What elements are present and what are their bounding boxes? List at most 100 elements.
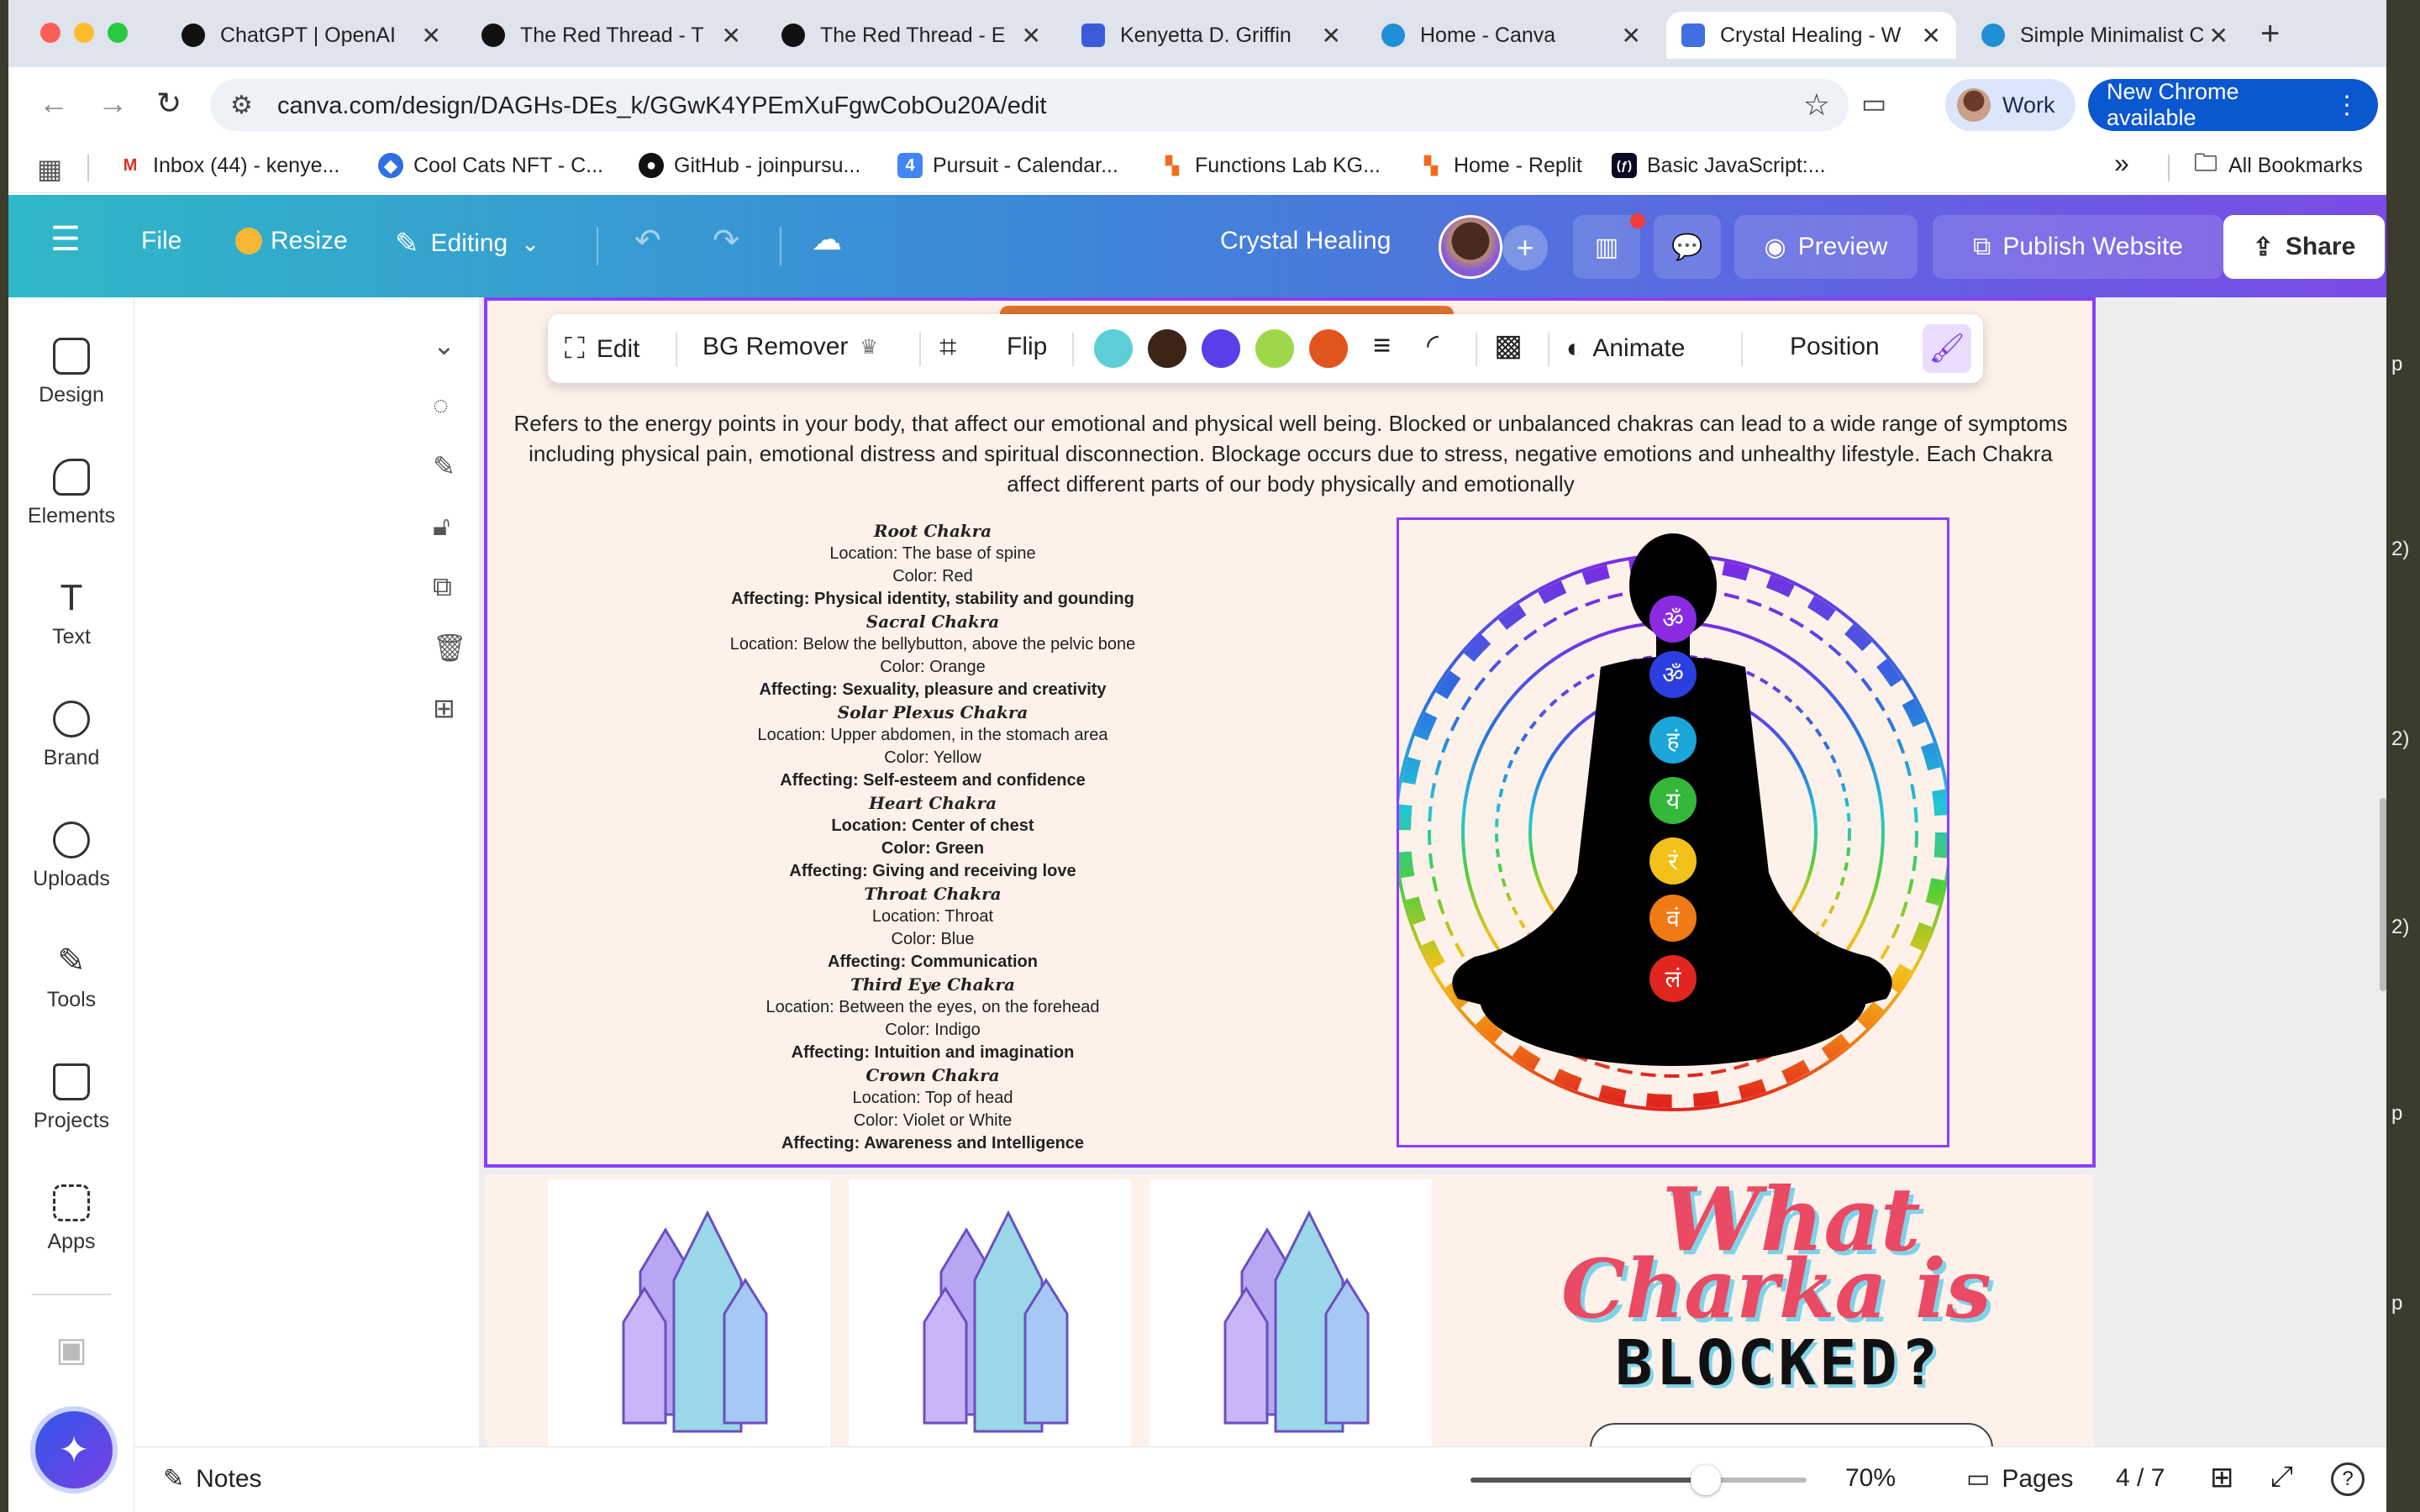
share-button[interactable]: ⇪ Share — [2223, 215, 2385, 279]
bookmark-item[interactable]: 4 Pursuit - Calendar... — [897, 153, 1118, 178]
color-swatch-button[interactable] — [1148, 329, 1186, 368]
browser-tab[interactable]: Home - Canva ✕ — [1366, 12, 1656, 59]
border-style-icon[interactable]: ≡ — [1373, 328, 1391, 363]
design-page[interactable]: Refers to the energy points in your body… — [484, 297, 2096, 1168]
browser-tab[interactable]: The Red Thread - E ✕ — [766, 12, 1056, 59]
omnibox[interactable]: ⚙ canva.com/design/DAGHs-DEs_k/GGwK4YPEm… — [210, 79, 1849, 131]
grid-view-icon[interactable]: ⊞ — [2210, 1461, 2234, 1494]
rail-projects[interactable]: Projects — [8, 1063, 134, 1133]
profile-button[interactable]: Work — [1945, 79, 2075, 131]
back-icon[interactable]: ← — [39, 86, 69, 121]
flip-button[interactable]: Flip — [1007, 333, 1047, 361]
preview-button[interactable]: ◉ Preview — [1734, 215, 1918, 279]
file-menu[interactable]: File — [141, 227, 182, 255]
corner-rounding-icon[interactable]: ◜ — [1427, 328, 1439, 363]
color-swatch-button[interactable] — [1094, 329, 1133, 368]
bg-remover-button[interactable]: BG Remover ♛ — [702, 333, 878, 361]
notes-edit-icon[interactable]: ✎ — [433, 450, 455, 482]
apps-grid-icon[interactable]: ▦ — [37, 153, 62, 185]
edit-image-button[interactable]: ⛶ Edit — [565, 333, 640, 365]
redo-icon[interactable]: ↷ — [713, 222, 739, 260]
bookmark-item[interactable]: ▚ Home - Replit — [1418, 153, 1582, 178]
url-text[interactable]: canva.com/design/DAGHs-DEs_k/GGwK4YPEmXu… — [277, 92, 1046, 120]
tab-close-icon[interactable]: ✕ — [1022, 22, 1041, 50]
tab-close-icon[interactable]: ✕ — [1922, 22, 1941, 50]
notes-button[interactable]: ✎ Notes — [163, 1464, 262, 1494]
close-window-button[interactable] — [40, 23, 60, 43]
chakra-intro-text[interactable]: Refers to the energy points in your body… — [499, 408, 2082, 499]
add-page-icon[interactable]: ⊞ — [433, 692, 455, 724]
rail-elements[interactable]: Elements — [8, 459, 134, 528]
bookmark-star-icon[interactable]: ☆ — [1803, 87, 1830, 123]
animate-button[interactable]: ◐ Animate — [1566, 333, 1685, 364]
rail-text[interactable]: T Text — [8, 580, 134, 649]
canvas-scrollbar[interactable] — [2380, 798, 2386, 991]
chrome-update-button[interactable]: New Chrome available ⋮ — [2088, 79, 2378, 131]
position-button[interactable]: Position — [1790, 333, 1880, 361]
bookmark-item[interactable]: (ƒ) Basic JavaScript:... — [1612, 153, 1826, 178]
bookmark-item[interactable]: ▚ Functions Lab KG... — [1160, 153, 1381, 178]
transparency-icon[interactable]: ▩ — [1494, 328, 1523, 363]
bookmarks-overflow-icon[interactable]: » — [2114, 148, 2129, 179]
insights-button[interactable]: ▥ — [1573, 215, 1640, 279]
magic-assistant-button[interactable]: ✦ — [35, 1411, 113, 1488]
zoom-window-button[interactable] — [108, 23, 128, 43]
tab-close-icon[interactable]: ✕ — [422, 22, 441, 50]
add-collaborator-icon[interactable]: + — [1502, 225, 1548, 270]
chakra-list[interactable]: Root Chakra Location: The base of spine … — [655, 520, 1210, 1155]
collaborator-avatar[interactable] — [1439, 215, 1502, 279]
kebab-menu-icon[interactable]: ⋮ — [2334, 91, 2360, 120]
menu-icon[interactable]: ☰ — [50, 220, 81, 259]
rail-brand[interactable]: Brand — [8, 701, 134, 770]
color-swatch-button[interactable] — [1202, 329, 1240, 368]
tab-close-icon[interactable]: ✕ — [722, 22, 741, 50]
zoom-value[interactable]: 70% — [1845, 1464, 1896, 1493]
bookmark-item[interactable]: ● GitHub - joinpursu... — [639, 153, 860, 178]
fullscreen-icon[interactable]: ⤢ — [2270, 1461, 2293, 1494]
crystal-card[interactable] — [1150, 1179, 1432, 1452]
lock-icon[interactable]: 🔓︎ — [433, 511, 450, 543]
tab-close-icon[interactable]: ✕ — [2209, 22, 2228, 50]
duplicate-icon[interactable]: ⧉ — [433, 571, 452, 603]
browser-tab[interactable]: Kenyetta D. Griffin ✕ — [1066, 12, 1356, 59]
crystal-card[interactable] — [548, 1179, 830, 1452]
reload-icon[interactable]: ↻ — [156, 86, 182, 121]
rail-apps[interactable]: Apps — [8, 1184, 134, 1254]
hide-icon[interactable]: ◌ — [433, 390, 449, 421]
cast-icon[interactable]: ▭ — [1861, 87, 1886, 119]
design-title[interactable]: Crystal Healing — [1220, 227, 1391, 255]
color-swatch-button[interactable] — [1255, 329, 1294, 368]
rail-uploads[interactable]: Uploads — [8, 822, 134, 891]
help-icon[interactable]: ? — [2331, 1462, 2365, 1496]
undo-icon[interactable]: ↶ — [634, 222, 661, 260]
editing-mode-button[interactable]: ✎ Editing ⌄ — [395, 227, 539, 260]
chakra-meditation-image[interactable]: ॐ ॐ हं यं रं वं लं — [1397, 517, 1949, 1147]
bookmark-item[interactable]: ◆ Cool Cats NFT - C... — [378, 153, 603, 178]
browser-tab[interactable]: Simple Minimalist C ✕ — [1966, 12, 2244, 59]
rail-design[interactable]: Design — [8, 338, 134, 407]
zoom-slider[interactable] — [1470, 1465, 1807, 1495]
browser-tab[interactable]: ChatGPT | OpenAI ✕ — [166, 12, 456, 59]
delete-icon[interactable]: 🗑︎ — [433, 632, 467, 664]
copy-style-paint-roller-icon[interactable]: 🖌︎ — [1923, 324, 1971, 373]
crystal-card[interactable] — [849, 1179, 1131, 1452]
new-tab-button[interactable]: + — [2260, 15, 2280, 53]
browser-tab[interactable]: The Red Thread - T ✕ — [466, 12, 756, 59]
comments-button[interactable]: 💬 — [1654, 215, 1721, 279]
minimize-window-button[interactable] — [74, 23, 94, 43]
pages-button[interactable]: ▭ Pages — [1966, 1464, 2073, 1494]
design-page-next[interactable]: What Charka is BLOCKED? — [486, 1174, 2094, 1452]
forward-icon[interactable]: → — [97, 86, 128, 121]
blocked-title[interactable]: What Charka is BLOCKED? — [1561, 1174, 2015, 1410]
magic-media-icon[interactable]: ▣ — [8, 1331, 134, 1369]
cloud-saved-icon[interactable]: ☁ — [812, 222, 842, 257]
tab-close-icon[interactable]: ✕ — [1322, 22, 1341, 50]
tab-close-icon[interactable]: ✕ — [1622, 22, 1641, 50]
crop-icon[interactable]: ⌗ — [939, 329, 956, 365]
rail-tools[interactable]: ✎ Tools — [8, 942, 134, 1012]
zoom-slider-handle[interactable] — [1691, 1465, 1721, 1495]
site-settings-icon[interactable]: ⚙ — [230, 91, 253, 120]
publish-website-button[interactable]: ⧉ Publish Website — [1933, 215, 2223, 279]
bookmark-item[interactable]: M Inbox (44) - kenye... — [118, 153, 339, 178]
all-bookmarks-button[interactable]: 🗀 All Bookmarks — [2193, 150, 2363, 178]
